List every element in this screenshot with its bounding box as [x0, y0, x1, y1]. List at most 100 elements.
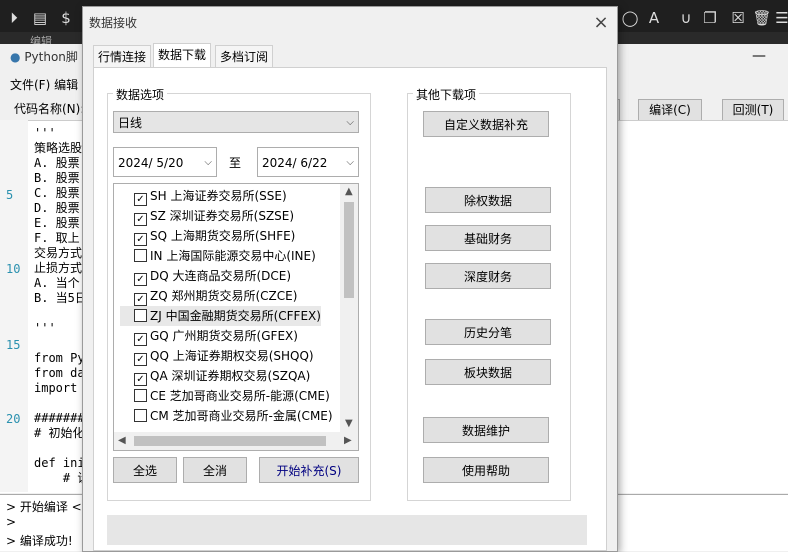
- exchange-item[interactable]: ✓ DQ 大连商品交易所(DCE): [120, 266, 291, 286]
- box-icon[interactable]: ☒: [728, 8, 748, 28]
- compile-button[interactable]: 编译(C): [638, 99, 702, 121]
- checkbox[interactable]: ✓: [134, 293, 147, 306]
- history-ticks-button[interactable]: 历史分笔: [425, 319, 551, 345]
- deselect-all-button[interactable]: 全消: [183, 457, 247, 483]
- output-line: > 开始编译 <: [6, 500, 82, 514]
- checkbox[interactable]: [134, 309, 147, 322]
- exchange-label: ZJ 中国金融期货交易所(CFFEX): [150, 309, 321, 323]
- code-line: ''': [34, 321, 56, 335]
- code-line: A. 股票: [34, 156, 80, 170]
- exchange-label: QQ 上海证券期权交易(SHQQ): [150, 349, 314, 363]
- close-icon[interactable]: ×: [589, 11, 613, 35]
- copy-icon[interactable]: ❐: [700, 8, 720, 28]
- select-all-button[interactable]: 全选: [113, 457, 177, 483]
- minimize-icon[interactable]: —: [752, 48, 766, 64]
- data-maintenance-button[interactable]: 数据维护: [423, 417, 549, 443]
- date-to-value: 2024/ 6/22: [262, 156, 328, 170]
- exchange-item[interactable]: ZJ 中国金融期货交易所(CFFEX): [120, 306, 321, 326]
- exchange-item[interactable]: ✓ QQ 上海证券期权交易(SHQQ): [120, 346, 314, 366]
- checkbox[interactable]: [134, 389, 147, 402]
- checkbox[interactable]: ✓: [134, 233, 147, 246]
- exchange-item[interactable]: CE 芝加哥商业交易所-能源(CME): [120, 386, 330, 406]
- help-button[interactable]: 使用帮助: [423, 457, 549, 483]
- trash-icon[interactable]: 🗑: [752, 8, 772, 28]
- code-line: 止损方式: [34, 261, 83, 275]
- line-number: 15: [6, 338, 21, 352]
- code-line: #######: [34, 411, 85, 425]
- date-from-picker[interactable]: 2024/ 5/20 ⌵: [113, 147, 217, 177]
- basic-finance-button[interactable]: 基础财务: [425, 225, 551, 251]
- exchange-label: CE 芝加哥商业交易所-能源(CME): [150, 389, 330, 403]
- line-number: 10: [6, 262, 21, 276]
- circle-icon[interactable]: ◯: [620, 8, 640, 28]
- code-line: # 初始化: [34, 426, 85, 440]
- date-from-value: 2024/ 5/20: [118, 156, 184, 170]
- code-line: 交易方式: [34, 246, 83, 260]
- exchange-item[interactable]: ✓ GQ 广州期货交易所(GFEX): [120, 326, 298, 346]
- exchange-item[interactable]: ✓ SQ 上海期货交易所(SHFE): [120, 226, 295, 246]
- checkbox[interactable]: ✓: [134, 333, 147, 346]
- sector-data-button[interactable]: 板块数据: [425, 359, 551, 385]
- scroll-right-icon[interactable]: ▶: [344, 435, 352, 446]
- dollar-icon[interactable]: $: [56, 8, 76, 28]
- dialog-title: 数据接收: [89, 16, 138, 30]
- code-line: F. 取上: [34, 231, 80, 245]
- checkbox[interactable]: ✓: [134, 353, 147, 366]
- exchange-label: GQ 广州期货交易所(GFEX): [150, 329, 298, 343]
- chevron-down-icon: ⌵: [346, 117, 354, 128]
- code-line: D. 股票: [34, 201, 80, 215]
- checkbox[interactable]: [134, 249, 147, 262]
- tab-depth-subscribe[interactable]: 多档订阅: [215, 45, 274, 69]
- deep-finance-button[interactable]: 深度财务: [425, 263, 551, 289]
- scroll-down-icon[interactable]: ▼: [345, 418, 353, 429]
- editor-title: ● Python脚: [10, 48, 78, 65]
- vertical-scroll-thumb[interactable]: [344, 202, 354, 298]
- code-line: E. 股票: [34, 216, 80, 230]
- document-icon[interactable]: ▤: [30, 8, 50, 28]
- tab-market-connect[interactable]: 行情连接: [93, 45, 152, 69]
- python-icon: ●: [10, 50, 21, 64]
- checkbox[interactable]: ✓: [134, 373, 147, 386]
- checkbox[interactable]: ✓: [134, 193, 147, 206]
- scroll-left-icon[interactable]: ◀: [118, 435, 126, 446]
- editor-menu[interactable]: 文件(F) 编辑: [10, 76, 78, 93]
- checkbox[interactable]: ✓: [134, 273, 147, 286]
- exchange-item[interactable]: ✓ SZ 深圳证券交易所(SZSE): [120, 206, 294, 226]
- exchange-item[interactable]: CM 芝加哥商业交易所-金属(CME): [120, 406, 333, 426]
- code-line: B. 当5日: [34, 291, 87, 305]
- code-line: A. 当个: [34, 276, 80, 290]
- font-icon[interactable]: A: [644, 8, 664, 28]
- date-to-picker[interactable]: 2024/ 6/22 ⌵: [257, 147, 359, 177]
- checkbox[interactable]: [134, 409, 147, 422]
- horizontal-scroll-thumb[interactable]: [134, 436, 326, 446]
- code-line: import: [34, 381, 78, 395]
- exchange-label: CM 芝加哥商业交易所-金属(CME): [150, 409, 333, 423]
- exchange-item[interactable]: ✓ SH 上海证券交易所(SSE): [120, 186, 287, 206]
- start-fill-button[interactable]: 开始补充(S): [259, 457, 359, 483]
- progress-area: [107, 515, 587, 545]
- backtest-button[interactable]: 回测(T): [722, 99, 784, 121]
- chevron-down-icon: ⌵: [204, 157, 212, 168]
- exchange-item[interactable]: ✓ ZQ 郑州期货交易所(CZCE): [120, 286, 297, 306]
- exchange-label: SZ 深圳证券交易所(SZSE): [150, 209, 295, 223]
- chevron-down-icon: ⌵: [346, 157, 354, 168]
- exchange-item[interactable]: ✓ QA 深圳证券期权交易(SZQA): [120, 366, 310, 386]
- code-line: def ini: [34, 456, 85, 470]
- exchange-list[interactable]: ✓ SH 上海证券交易所(SSE) ✓ SZ 深圳证券交易所(SZSE) ✓ SQ 上海期…: [113, 183, 359, 451]
- custom-data-fill-button[interactable]: 自定义数据补充: [423, 111, 549, 137]
- tab-data-download[interactable]: 数据下载: [153, 43, 212, 69]
- ex-rights-data-button[interactable]: 除权数据: [425, 187, 551, 213]
- code-line: 策略选股: [34, 141, 83, 155]
- date-separator: 至: [229, 156, 242, 170]
- scroll-up-icon[interactable]: ▲: [345, 186, 353, 197]
- other-downloads-label: 其他下载项: [413, 86, 480, 103]
- magnet-icon[interactable]: ∪: [676, 8, 696, 28]
- list-icon[interactable]: ☰: [772, 8, 788, 28]
- line-number: 20: [6, 412, 21, 426]
- exchange-label: SQ 上海期货交易所(SHFE): [150, 229, 296, 243]
- run-icon[interactable]: ⏵: [4, 8, 24, 28]
- exchange-item[interactable]: IN 上海国际能源交易中心(INE): [120, 246, 316, 266]
- code-line: B. 股票: [34, 171, 80, 185]
- checkbox[interactable]: ✓: [134, 213, 147, 226]
- period-select[interactable]: 日线 ⌵: [113, 111, 359, 133]
